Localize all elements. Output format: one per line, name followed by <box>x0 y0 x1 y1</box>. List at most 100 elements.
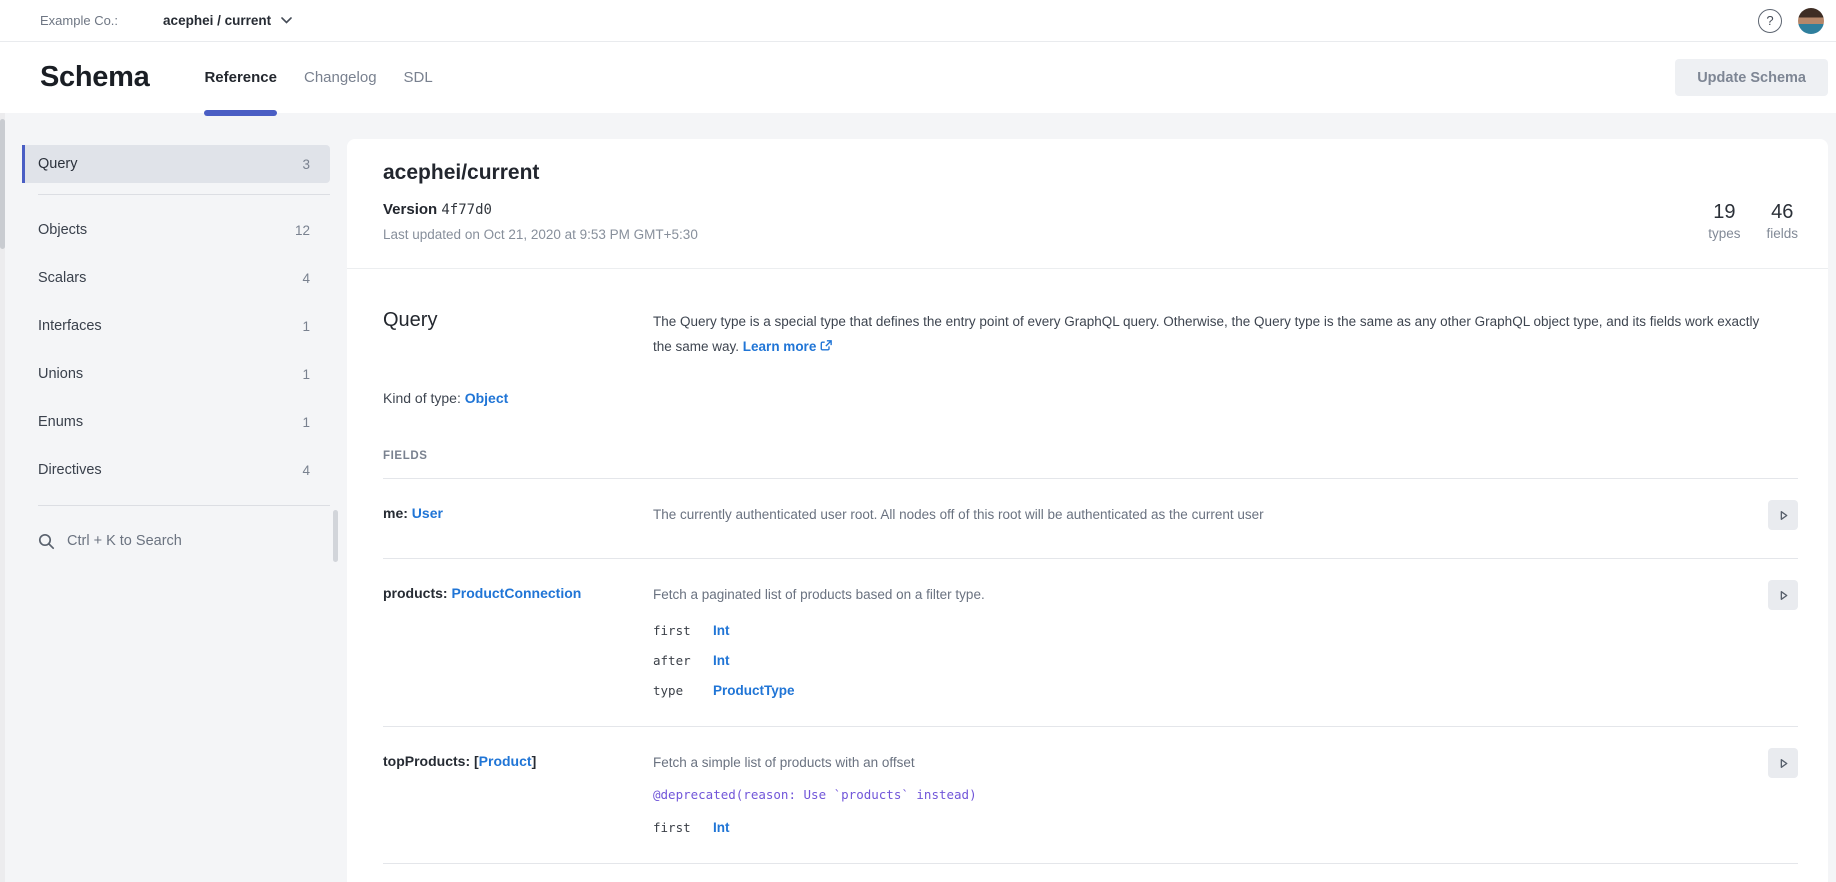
tab-changelog-label: Changelog <box>304 69 377 86</box>
sidebar-item-objects[interactable]: Objects 12 <box>22 206 330 254</box>
tab-reference-label: Reference <box>204 69 277 86</box>
field-args: first Int after Int type ProductType <box>653 623 1764 698</box>
arg-name: first <box>653 623 713 638</box>
deprecated-annotation: @deprecated(reason: Use `products` inste… <box>653 787 1764 802</box>
help-icon[interactable]: ? <box>1758 9 1782 33</box>
type-description: The Query type is a special type that de… <box>653 309 1764 360</box>
arg-row: after Int <box>653 653 1764 668</box>
sidebar-item-label: Unions <box>38 366 83 382</box>
arg-type-link[interactable]: ProductType <box>713 683 1764 698</box>
page-header: Schema Reference Changelog SDL Update Sc… <box>0 42 1836 113</box>
field-description: The currently authenticated user root. A… <box>653 505 1764 525</box>
field-name: me: <box>383 505 412 521</box>
sidebar-item-label: Directives <box>38 462 102 478</box>
content-area: Query 3 Objects 12 Scalars 4 Interfaces … <box>0 113 1836 882</box>
type-name: Query <box>383 309 653 360</box>
sidebar-item-interfaces[interactable]: Interfaces 1 <box>22 302 330 350</box>
search-icon <box>38 533 55 550</box>
version-label: Version <box>383 201 437 218</box>
version-block: Version 4f77d0 Last updated on Oct 21, 2… <box>383 201 698 242</box>
search-input[interactable]: Ctrl + K to Search <box>22 517 330 565</box>
page-title: Schema <box>40 61 149 94</box>
graph-title: acephei/current <box>383 161 1798 185</box>
play-icon <box>1777 589 1790 602</box>
version-value: 4f77d0 <box>441 202 492 218</box>
arg-type-link[interactable]: Int <box>713 653 1764 668</box>
chevron-down-icon <box>281 17 292 24</box>
update-schema-button[interactable]: Update Schema <box>1675 59 1828 96</box>
sidebar-item-unions[interactable]: Unions 1 <box>22 350 330 398</box>
arg-row: first Int <box>653 623 1764 638</box>
kind-label: Kind of type: <box>383 390 465 406</box>
org-label: Example Co.: <box>40 13 118 28</box>
sidebar-item-label: Query <box>38 156 78 172</box>
graph-name: acephei / current <box>163 13 271 28</box>
card-divider <box>347 268 1828 269</box>
learn-more-link[interactable]: Learn more <box>743 339 817 354</box>
kind-value-link[interactable]: Object <box>465 390 509 406</box>
sidebar-item-count: 1 <box>302 415 310 430</box>
arg-row: first Int <box>653 820 1764 835</box>
field-type-link[interactable]: Product <box>479 753 532 769</box>
sidebar-scrollbar-thumb[interactable] <box>333 510 338 562</box>
stat-label: fields <box>1766 226 1798 241</box>
field-row-topproducts: topProducts: [Product] Fetch a simple li… <box>383 727 1798 864</box>
field-description: Fetch a paginated list of products based… <box>653 585 1764 605</box>
run-in-explorer-button[interactable] <box>1768 580 1798 610</box>
stat-value: 46 <box>1766 201 1798 224</box>
schema-reference-card: acephei/current Version 4f77d0 Last upda… <box>347 139 1828 882</box>
sidebar-item-directives[interactable]: Directives 4 <box>22 446 330 494</box>
tab-sdl[interactable]: SDL <box>404 42 433 113</box>
type-header: Query The Query type is a special type t… <box>383 309 1798 360</box>
graph-picker-dropdown[interactable]: acephei / current <box>163 13 292 28</box>
arg-type-link[interactable]: Int <box>713 623 1764 638</box>
stat-label: types <box>1708 226 1740 241</box>
tab-bar: Reference Changelog SDL <box>204 42 432 113</box>
arg-name: type <box>653 683 713 698</box>
arg-name: after <box>653 653 713 668</box>
play-icon <box>1777 757 1790 770</box>
field-args: first Int <box>653 820 1764 835</box>
run-in-explorer-button[interactable] <box>1768 748 1798 778</box>
sidebar-item-label: Enums <box>38 414 83 430</box>
sidebar-item-enums[interactable]: Enums 1 <box>22 398 330 446</box>
sidebar-item-label: Scalars <box>38 270 86 286</box>
fields-list: me: User The currently authenticated use… <box>383 478 1798 864</box>
kind-of-type-line: Kind of type: Object <box>383 390 1798 406</box>
sidebar-item-count: 1 <box>302 367 310 382</box>
field-signature: products: ProductConnection <box>383 585 653 698</box>
run-in-explorer-button[interactable] <box>1768 500 1798 530</box>
sidebar-item-count: 12 <box>295 223 310 238</box>
field-row-products: products: ProductConnection Fetch a pagi… <box>383 559 1798 727</box>
type-description-text: The Query type is a special type that de… <box>653 314 1759 354</box>
page-scrollbar[interactable] <box>0 113 5 882</box>
field-row-me: me: User The currently authenticated use… <box>383 479 1798 559</box>
sidebar-item-count: 3 <box>302 157 310 172</box>
fields-section-label: FIELDS <box>383 450 1798 462</box>
arg-type-link[interactable]: Int <box>713 820 1764 835</box>
field-signature: topProducts: [Product] <box>383 753 653 835</box>
graph-summary: acephei/current Version 4f77d0 Last upda… <box>383 139 1798 242</box>
sidebar-item-query[interactable]: Query 3 <box>22 145 330 183</box>
field-type-link[interactable]: User <box>412 505 443 521</box>
avatar[interactable] <box>1798 8 1824 34</box>
sidebar-divider <box>38 505 330 506</box>
schema-type-sidebar: Query 3 Objects 12 Scalars 4 Interfaces … <box>22 145 330 882</box>
stat-value: 19 <box>1708 201 1740 224</box>
schema-stats: 19 types 46 fields <box>1708 201 1798 242</box>
sidebar-item-scalars[interactable]: Scalars 4 <box>22 254 330 302</box>
search-placeholder: Ctrl + K to Search <box>67 533 182 549</box>
sidebar-item-label: Interfaces <box>38 318 102 334</box>
tab-changelog[interactable]: Changelog <box>304 42 377 113</box>
topbar: Example Co.: acephei / current ? <box>0 0 1836 42</box>
field-type-link[interactable]: ProductConnection <box>451 585 581 601</box>
field-name: topProducts: <box>383 753 474 769</box>
tab-reference[interactable]: Reference <box>204 42 277 113</box>
stat-types: 19 types <box>1708 201 1740 242</box>
page-scrollbar-thumb[interactable] <box>0 119 5 249</box>
arg-name: first <box>653 820 713 835</box>
play-icon <box>1777 509 1790 522</box>
sidebar-item-count: 4 <box>302 271 310 286</box>
sidebar-item-count: 1 <box>302 319 310 334</box>
last-updated: Last updated on Oct 21, 2020 at 9:53 PM … <box>383 227 698 242</box>
